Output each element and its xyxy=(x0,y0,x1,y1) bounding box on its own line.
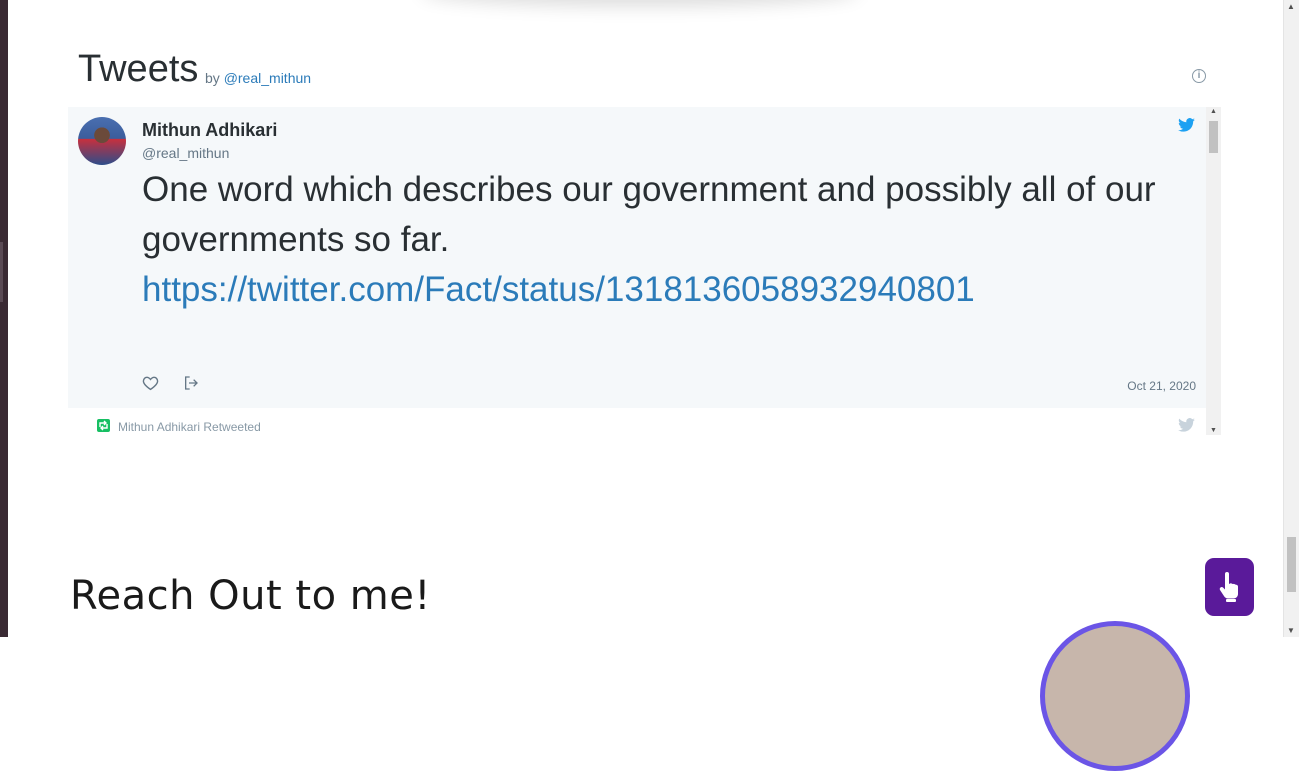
tweet-feed[interactable]: Mithun Adhikari @real_mithun One word wh… xyxy=(68,107,1221,435)
heart-icon[interactable] xyxy=(142,375,159,396)
tweet-body: One word which describes our government … xyxy=(142,170,1156,259)
scroll-down-arrow-icon[interactable]: ▼ xyxy=(1210,427,1217,434)
tweet-date[interactable]: Oct 21, 2020 xyxy=(1127,379,1196,393)
window-left-edge xyxy=(0,0,8,637)
widget-title: Tweets xyxy=(78,48,199,90)
reach-out-heading: Reach Out to me! xyxy=(70,573,431,619)
edge-notch xyxy=(0,242,3,302)
tweet-card[interactable]: Mithun Adhikari @real_mithun One word wh… xyxy=(68,107,1206,408)
twitter-bird-icon[interactable] xyxy=(1178,418,1195,435)
profile-photo-circle xyxy=(1040,621,1190,771)
feed-scrollbar-thumb[interactable] xyxy=(1209,121,1218,153)
widget-byline: by @real_mithun xyxy=(205,70,311,86)
touch-pointer-button[interactable] xyxy=(1205,558,1254,616)
tweet-text: One word which describes our government … xyxy=(142,165,1182,315)
pointer-hand-icon xyxy=(1219,572,1238,602)
author-handle[interactable]: @real_mithun xyxy=(142,145,229,161)
tweets-widget-header: Tweets by @real_mithun i xyxy=(78,48,1222,98)
retweet-icon xyxy=(97,419,110,432)
retweet-label[interactable]: Mithun Adhikari Retweeted xyxy=(118,420,261,434)
twitter-bird-icon[interactable] xyxy=(1178,118,1195,137)
by-handle-link[interactable]: @real_mithun xyxy=(224,70,311,86)
retweet-row: Mithun Adhikari Retweeted xyxy=(68,408,1206,435)
scroll-up-arrow-icon[interactable]: ▲ xyxy=(1210,108,1217,115)
author-avatar[interactable] xyxy=(78,117,126,165)
author-name[interactable]: Mithun Adhikari xyxy=(142,120,277,141)
by-prefix: by xyxy=(205,70,220,86)
tweet-link[interactable]: https://twitter.com/Fact/status/13181360… xyxy=(142,265,1182,315)
page-scrollbar-thumb[interactable] xyxy=(1287,537,1296,592)
page-scrollbar[interactable]: ▲ ▼ xyxy=(1283,0,1299,637)
feed-scrollbar[interactable]: ▲ ▼ xyxy=(1206,107,1221,435)
page-scroll-up-icon[interactable]: ▲ xyxy=(1287,2,1295,11)
share-icon[interactable] xyxy=(183,375,199,396)
info-icon[interactable]: i xyxy=(1192,69,1206,83)
page-scroll-down-icon[interactable]: ▼ xyxy=(1287,626,1295,635)
